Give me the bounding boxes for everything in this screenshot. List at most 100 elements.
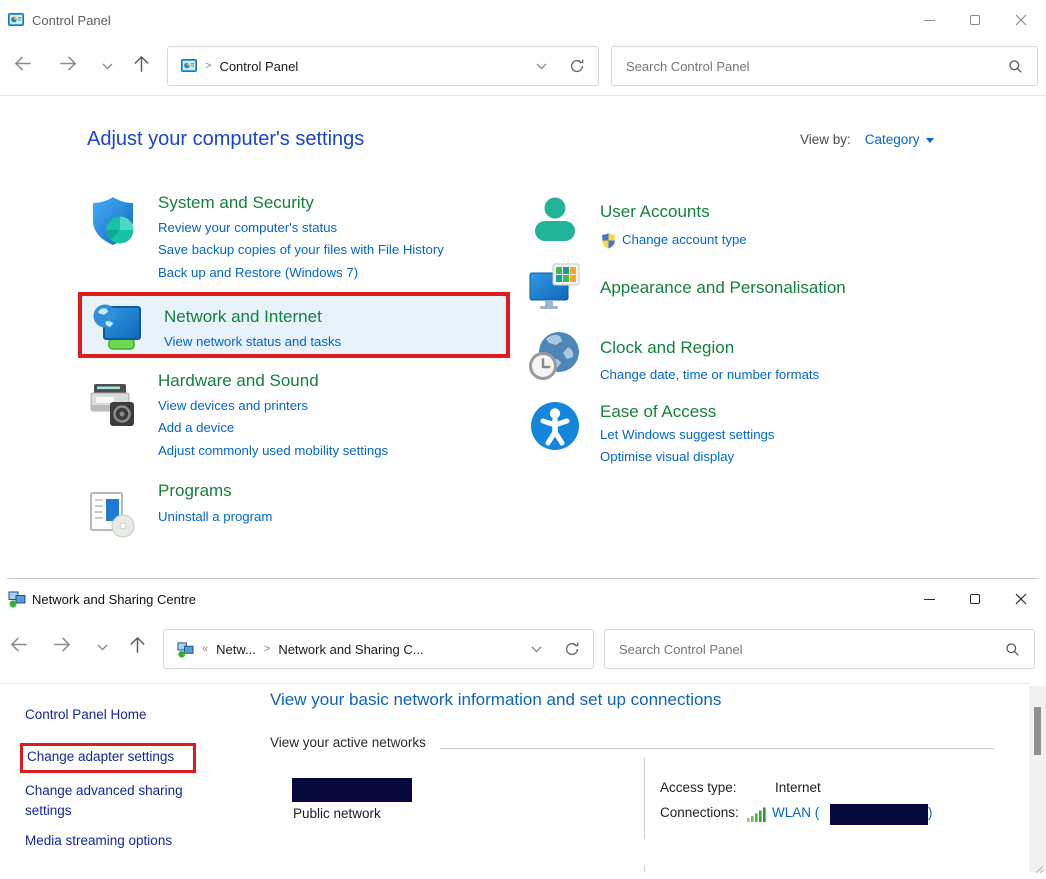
back-arrow-icon <box>13 54 32 73</box>
display-tiles-icon[interactable] <box>528 261 582 315</box>
network-sharing-icon <box>177 641 194 658</box>
sidebar-item-change-advanced-sharing[interactable]: Change advanced sharing settings <box>25 781 215 821</box>
category-title[interactable]: Hardware and Sound <box>158 370 388 391</box>
category-title[interactable]: Programs <box>158 480 272 501</box>
category-link[interactable]: Optimise visual display <box>600 446 774 468</box>
window-title: Network and Sharing Centre <box>32 592 196 607</box>
search-box[interactable] <box>604 629 1035 669</box>
titlebar[interactable]: Network and Sharing Centre <box>0 579 1046 619</box>
wlan-connection-link[interactable]: WLAN ( <box>772 805 819 820</box>
category-link[interactable]: Change account type <box>622 229 747 251</box>
category-link[interactable]: View devices and printers <box>158 395 388 417</box>
view-by-control: View by: Category <box>800 132 934 147</box>
address-bar[interactable]: > Control Panel <box>167 46 599 86</box>
refresh-button[interactable] <box>564 641 580 657</box>
annotation-box-network-and-internet: Network and Internet View network status… <box>78 292 510 358</box>
titlebar[interactable]: Control Panel <box>0 0 1046 40</box>
category-title[interactable]: Appearance and Personalisation <box>600 277 846 298</box>
close-icon <box>1015 593 1027 605</box>
address-bar[interactable]: « Netw... > Network and Sharing C... <box>163 629 594 669</box>
network-sharing-centre-window: Network and Sharing Centre « Netw... <box>0 578 1046 871</box>
vertical-divider <box>644 866 645 872</box>
control-panel-icon <box>8 12 24 33</box>
category-link[interactable]: Change date, time or number formats <box>600 364 819 386</box>
resize-grip[interactable] <box>1035 861 1044 879</box>
category-title[interactable]: Network and Internet <box>164 306 341 327</box>
refresh-button[interactable] <box>569 58 585 74</box>
window-title: Control Panel <box>32 13 111 28</box>
search-box[interactable] <box>611 46 1038 86</box>
accessibility-icon[interactable] <box>528 399 582 453</box>
sidebar-item-change-adapter-settings[interactable]: Change adapter settings <box>27 747 174 767</box>
breadcrumb-separator: > <box>205 60 211 72</box>
recent-locations-button[interactable] <box>95 54 119 78</box>
breadcrumb[interactable]: Control Panel <box>219 59 298 74</box>
up-arrow-icon <box>132 54 151 73</box>
printer-icon[interactable] <box>86 380 140 434</box>
access-type-label: Access type: <box>660 780 737 795</box>
view-by-label: View by: <box>800 132 851 147</box>
category-link[interactable]: Save backup copies of your files with Fi… <box>158 239 444 261</box>
view-by-dropdown[interactable]: Category <box>865 132 934 147</box>
search-input[interactable] <box>612 59 1008 74</box>
category-link[interactable]: Adjust commonly used mobility settings <box>158 440 388 462</box>
category-link[interactable]: Review your computer's status <box>158 217 444 239</box>
recent-locations-button[interactable] <box>90 635 114 659</box>
address-dropdown-button[interactable] <box>536 63 547 70</box>
wlan-connection-link-close[interactable]: ) <box>928 805 933 820</box>
refresh-icon <box>569 58 585 74</box>
programs-icon[interactable] <box>86 486 140 540</box>
close-button[interactable] <box>998 0 1044 40</box>
chevron-down-icon <box>97 644 108 651</box>
category-appearance-personalisation: Appearance and Personalisation <box>528 261 846 315</box>
close-button[interactable] <box>998 579 1044 619</box>
globe-clock-icon[interactable] <box>528 329 582 383</box>
back-button[interactable] <box>6 632 30 656</box>
search-icon[interactable] <box>1008 59 1023 74</box>
category-hardware-and-sound: Hardware and Sound View devices and prin… <box>86 368 388 462</box>
up-button[interactable] <box>129 51 153 75</box>
maximize-button[interactable] <box>952 0 998 40</box>
back-arrow-icon <box>9 635 28 654</box>
category-user-accounts: User Accounts Change account type <box>528 193 747 251</box>
up-button[interactable] <box>125 632 149 656</box>
category-link[interactable]: Add a device <box>158 417 388 439</box>
scrollbar-track[interactable] <box>1029 686 1046 872</box>
minimize-button[interactable] <box>906 0 952 40</box>
search-icon[interactable] <box>1005 642 1020 657</box>
maximize-button[interactable] <box>952 579 998 619</box>
category-link[interactable]: Let Windows suggest settings <box>600 424 774 446</box>
user-icon[interactable] <box>528 193 582 247</box>
category-link[interactable]: Uninstall a program <box>158 506 272 528</box>
breadcrumb-back-separator: « <box>202 643 208 655</box>
close-icon <box>1015 14 1027 26</box>
back-button[interactable] <box>10 51 34 75</box>
connection-name-redaction <box>830 804 928 825</box>
category-link[interactable]: View network status and tasks <box>164 331 341 353</box>
category-title[interactable]: Ease of Access <box>600 401 774 422</box>
network-monitor-globe-icon[interactable] <box>92 300 146 354</box>
breadcrumb-current[interactable]: Network and Sharing C... <box>278 642 423 657</box>
search-input[interactable] <box>605 642 1005 657</box>
scrollbar-thumb[interactable] <box>1034 707 1041 755</box>
address-dropdown-button[interactable] <box>531 646 542 653</box>
category-title[interactable]: System and Security <box>158 192 444 213</box>
category-title[interactable]: Clock and Region <box>600 337 819 358</box>
toolbar-separator <box>0 683 1029 684</box>
forward-button[interactable] <box>56 51 80 75</box>
category-title[interactable]: User Accounts <box>600 201 747 222</box>
category-link[interactable]: Back up and Restore (Windows 7) <box>158 262 444 284</box>
connections-label: Connections: <box>660 805 739 820</box>
toolbar-separator <box>0 95 1046 96</box>
sidebar-item-media-streaming-options[interactable]: Media streaming options <box>25 831 172 851</box>
chevron-down-icon <box>102 63 113 70</box>
sidebar-item-control-panel-home[interactable]: Control Panel Home <box>25 705 147 725</box>
breadcrumb-parent[interactable]: Netw... <box>216 642 256 657</box>
section-divider <box>440 748 994 749</box>
minimize-button[interactable] <box>906 579 952 619</box>
shield-icon[interactable] <box>86 194 140 248</box>
active-networks-label: View your active networks <box>270 735 426 750</box>
forward-button[interactable] <box>50 632 74 656</box>
chevron-down-icon <box>531 646 542 653</box>
page-title: Adjust your computer's settings <box>87 128 364 151</box>
